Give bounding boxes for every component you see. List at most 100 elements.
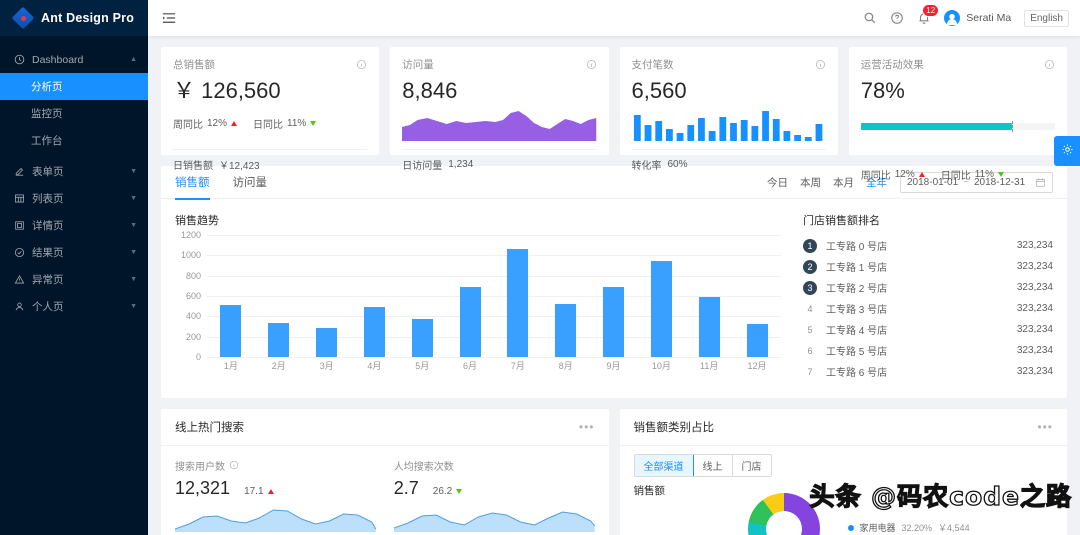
- segment-all-channels[interactable]: 全部渠道: [634, 455, 694, 476]
- info-circle-icon[interactable]: [815, 59, 826, 70]
- sidebar-item-workplace[interactable]: 工作台: [0, 127, 148, 154]
- x-axis-tick: 9月: [606, 361, 621, 371]
- sidebar-item-detail[interactable]: 详情页 ▼: [0, 212, 148, 239]
- sidebar-item-form[interactable]: 表单页 ▼: [0, 158, 148, 185]
- language-switcher[interactable]: English: [1024, 9, 1069, 27]
- bar-slot[interactable]: [637, 235, 685, 357]
- sidebar-item-result[interactable]: 结果页 ▼: [0, 239, 148, 266]
- question-circle-icon[interactable]: [890, 11, 904, 25]
- bell-icon[interactable]: 12: [917, 4, 940, 25]
- sidebar-label: 个人页: [32, 301, 64, 313]
- trend-weekly: 周同比 12%: [861, 167, 925, 182]
- rank-title: 门店销售额排名: [803, 215, 880, 227]
- chevron-down-icon: ▼: [130, 303, 137, 310]
- sidebar-item-list[interactable]: 列表页 ▼: [0, 185, 148, 212]
- legend-percent: 32.20%: [901, 522, 933, 533]
- pie-legend-item: 家用电器 32.20% ￥4,544: [847, 521, 970, 534]
- segment-online[interactable]: 线上: [693, 455, 733, 476]
- bar[interactable]: [698, 297, 720, 357]
- info-circle-icon[interactable]: [1044, 59, 1055, 70]
- sidebar-submenu-dashboard: 分析页 监控页 工作台: [0, 73, 148, 154]
- y-axis-tick: 600: [185, 291, 201, 301]
- bar[interactable]: [650, 261, 672, 357]
- sidebar-item-analysis[interactable]: 分析页: [0, 73, 148, 100]
- trend-label: 周同比: [860, 171, 891, 182]
- x-axis-tick: 1月: [223, 361, 238, 371]
- metric-delta: 26.2: [432, 486, 463, 497]
- bar-slot[interactable]: [207, 235, 255, 357]
- sidebar-label: Dashboard: [32, 53, 84, 66]
- range-week[interactable]: 本周: [800, 175, 821, 190]
- sidebar-item-account[interactable]: 个人页 ▼: [0, 293, 148, 320]
- bar-slot[interactable]: [398, 235, 446, 357]
- bar-slot[interactable]: [446, 235, 494, 357]
- metric-label: 搜索用户数: [175, 462, 225, 473]
- metric-value: 12,321: [175, 478, 231, 498]
- bar[interactable]: [507, 249, 529, 357]
- bar[interactable]: [268, 322, 290, 357]
- bar[interactable]: [411, 318, 433, 357]
- info-circle-icon[interactable]: [229, 460, 240, 471]
- ellipsis-icon[interactable]: •••: [1037, 420, 1053, 434]
- x-axis-tick: 2月: [271, 361, 286, 371]
- bar[interactable]: [459, 286, 481, 357]
- menu-fold-icon[interactable]: [161, 11, 177, 25]
- bar[interactable]: [603, 286, 625, 357]
- settings-drawer-trigger[interactable]: [1054, 136, 1080, 166]
- search-icon[interactable]: [863, 11, 877, 25]
- card-footer-value: 60%: [667, 159, 688, 170]
- sidebar-label: 监控页: [31, 108, 63, 120]
- legend-label: 家用电器: [859, 523, 896, 533]
- bar-slot[interactable]: [303, 235, 351, 357]
- tab-visits[interactable]: 访问量: [233, 166, 268, 199]
- bar-slot[interactable]: [733, 235, 781, 357]
- check-circle-icon: [13, 247, 25, 258]
- trend-label: 周同比: [173, 120, 203, 131]
- range-month[interactable]: 本月: [833, 175, 854, 190]
- stat-card-total-sales: 总销售额 ￥ 126,560 周同比 12% 日同比 11% 日销售额 ￥12,…: [161, 47, 380, 172]
- card-footer-label: 转化率: [631, 161, 662, 172]
- sidebar-label: 表单页: [32, 166, 64, 178]
- logo-row[interactable]: Ant Design Pro: [0, 0, 148, 36]
- y-axis-tick: 800: [185, 270, 201, 281]
- segment-store[interactable]: 门店: [732, 455, 771, 476]
- trend-label: 日同比: [940, 171, 971, 182]
- user-menu[interactable]: Serati Ma: [944, 10, 1011, 26]
- bar[interactable]: [555, 304, 577, 357]
- tab-sales[interactable]: 销售额: [175, 166, 210, 200]
- bar[interactable]: [746, 324, 768, 357]
- card-title: 访问量: [402, 59, 434, 71]
- card-value: 6,560: [631, 78, 687, 103]
- rank-row: 5 工专路 4 号店 323,234: [803, 319, 1053, 340]
- card-title: 线上热门搜索: [175, 422, 244, 434]
- bar-slot[interactable]: [255, 235, 303, 357]
- sidebar-label: 结果页: [32, 247, 64, 259]
- bar-slot[interactable]: [494, 235, 542, 357]
- trend-down-icon: [310, 121, 317, 126]
- content: 总销售额 ￥ 126,560 周同比 12% 日同比 11% 日销售额 ￥12,…: [148, 36, 1080, 535]
- info-circle-icon[interactable]: [356, 59, 367, 70]
- delta-value: 26.2: [432, 486, 453, 497]
- metric-label: 人均搜索次数: [393, 462, 454, 473]
- x-axis-tick: 10月: [651, 361, 671, 371]
- bar-slot[interactable]: [542, 235, 590, 357]
- bar-slot[interactable]: [590, 235, 638, 357]
- rank-badge: 4: [807, 303, 813, 314]
- bar[interactable]: [220, 305, 242, 357]
- sidebar-item-exception[interactable]: 异常页 ▼: [0, 266, 148, 293]
- bar-slot[interactable]: [350, 235, 398, 357]
- bar[interactable]: [363, 307, 385, 357]
- ellipsis-icon[interactable]: •••: [579, 420, 595, 434]
- range-today[interactable]: 今日: [767, 175, 788, 190]
- pie-area: 销售额 家用电器 32.20% ￥4,544: [620, 477, 1068, 535]
- sidebar-item-monitor[interactable]: 监控页: [0, 100, 148, 127]
- bar-slot[interactable]: [685, 235, 733, 357]
- progress-marker: [1012, 121, 1014, 132]
- search-metrics: 搜索用户数 12,321 17.1 人均搜索次数 2.7 26.2: [161, 446, 609, 532]
- rank-store-name: 工专路 3 号店: [826, 305, 888, 316]
- gear-icon: [1061, 143, 1074, 159]
- info-circle-icon[interactable]: [586, 59, 597, 70]
- chevron-up-icon: ▲: [130, 56, 137, 63]
- sidebar-item-dashboard[interactable]: Dashboard ▲: [0, 46, 148, 73]
- bar[interactable]: [316, 327, 338, 357]
